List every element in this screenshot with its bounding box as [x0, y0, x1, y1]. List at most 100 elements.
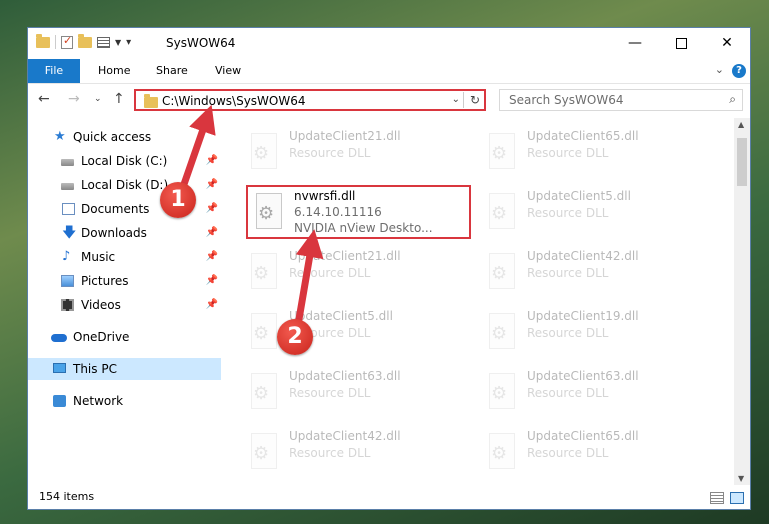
- toolbar-caret-icon[interactable]: ▾: [126, 37, 131, 48]
- properties-icon[interactable]: [61, 34, 73, 49]
- sidebar-item-label: Documents: [81, 202, 150, 216]
- sidebar-item-label: Music: [81, 250, 116, 264]
- dll-file-icon: ⚙: [485, 193, 519, 233]
- sidebar-item-onedrive[interactable]: OneDrive: [28, 326, 221, 348]
- file-item[interactable]: ⚙ UpdateClient42.dll Resource DLL: [479, 245, 704, 299]
- dll-file-icon: ⚙: [252, 193, 286, 233]
- folder-icon[interactable]: [36, 33, 50, 48]
- item-count: 154 items: [39, 490, 95, 503]
- sidebar-item-label: Quick access: [73, 130, 152, 144]
- search-icon[interactable]: ⌕: [729, 92, 736, 107]
- file-item[interactable]: ⚙ UpdateClient19.dll Resource DLL: [479, 305, 704, 359]
- tab-file[interactable]: File: [28, 59, 80, 83]
- pin-icon[interactable]: 📌: [206, 294, 218, 316]
- sidebar-item-label: Videos: [81, 298, 121, 312]
- help-icon[interactable]: ?: [732, 64, 746, 78]
- forward-button[interactable]: →: [68, 91, 80, 107]
- file-item[interactable]: ⚙ UpdateClient5.dll Resource DLL: [241, 305, 466, 359]
- sidebar-item-local-disk-c[interactable]: Local Disk (C:) 📌: [28, 150, 221, 172]
- new-folder-icon[interactable]: [78, 33, 92, 48]
- address-bar[interactable]: C:\Windows\SysWOW64 ⌄ ↻: [134, 89, 486, 111]
- file-type: Resource DLL: [527, 386, 609, 400]
- up-button[interactable]: ↑: [113, 91, 125, 107]
- sidebar-item-label: This PC: [73, 362, 117, 376]
- file-type: Resource DLL: [527, 326, 609, 340]
- customize-toolbar-icon[interactable]: [97, 36, 110, 48]
- file-name: nvwrsfi.dll: [294, 189, 356, 203]
- file-type: Resource DLL: [527, 446, 609, 460]
- sidebar-item-pictures[interactable]: Pictures 📌: [28, 270, 221, 292]
- sidebar-item-label: Downloads: [81, 226, 147, 240]
- quick-access-toolbar: ▼ ▾: [36, 33, 131, 49]
- videos-icon: [61, 299, 74, 311]
- maximize-button[interactable]: [658, 28, 704, 58]
- pin-icon[interactable]: 📌: [206, 222, 218, 244]
- pin-icon[interactable]: 📌: [206, 198, 218, 220]
- scroll-thumb[interactable]: [737, 138, 747, 186]
- details-view-icon[interactable]: [710, 492, 724, 504]
- file-item[interactable]: ⚙ UpdateClient63.dll Resource DLL: [479, 365, 704, 419]
- chevron-down-icon[interactable]: ▼: [115, 38, 121, 47]
- pin-icon[interactable]: 📌: [206, 270, 218, 292]
- search-placeholder: Search SysWOW64: [509, 93, 624, 107]
- file-type: Resource DLL: [289, 446, 371, 460]
- address-path[interactable]: C:\Windows\SysWOW64: [162, 94, 306, 108]
- search-input[interactable]: Search SysWOW64 ⌕: [499, 89, 743, 111]
- minimize-button[interactable]: —: [612, 28, 658, 58]
- pin-icon[interactable]: 📌: [206, 150, 218, 172]
- dll-file-icon: ⚙: [485, 433, 519, 473]
- scroll-up-icon[interactable]: ▲: [738, 120, 744, 129]
- sidebar-item-label: Local Disk (D:): [81, 178, 169, 192]
- dll-file-icon: ⚙: [485, 253, 519, 293]
- file-name: UpdateClient5.dll: [527, 189, 631, 203]
- large-icons-view-icon[interactable]: [730, 492, 744, 504]
- pin-icon[interactable]: 📌: [206, 246, 218, 268]
- back-button[interactable]: ←: [38, 91, 50, 107]
- pictures-icon: [61, 275, 74, 287]
- file-item[interactable]: ⚙ UpdateClient65.dll Resource DLL: [479, 425, 704, 479]
- file-name: UpdateClient42.dll: [527, 249, 639, 263]
- sidebar-item-network[interactable]: Network: [28, 390, 221, 412]
- file-item[interactable]: ⚙ UpdateClient65.dll Resource DLL: [479, 125, 704, 179]
- recent-locations-icon[interactable]: ⌄: [94, 94, 102, 104]
- file-item[interactable]: ⚙ UpdateClient21.dll Resource DLL: [241, 245, 466, 299]
- tab-view[interactable]: View: [215, 59, 241, 83]
- tab-home[interactable]: Home: [98, 59, 130, 83]
- file-item[interactable]: ⚙ UpdateClient63.dll Resource DLL: [241, 365, 466, 419]
- folder-icon: [144, 94, 158, 108]
- toolbar-separator: [55, 35, 56, 49]
- maximize-icon: [675, 37, 687, 49]
- file-name: UpdateClient63.dll: [527, 369, 639, 383]
- sidebar-item-this-pc[interactable]: This PC: [28, 358, 221, 380]
- sidebar-item-music[interactable]: ♪ Music 📌: [28, 246, 221, 268]
- scroll-down-icon[interactable]: ▼: [738, 474, 744, 483]
- drive-icon: [61, 183, 74, 190]
- dll-file-icon: ⚙: [485, 313, 519, 353]
- sidebar-item-quick-access[interactable]: ★ Quick access: [28, 126, 221, 148]
- annotation-badge-2: 2: [277, 319, 313, 355]
- file-name: UpdateClient65.dll: [527, 429, 639, 443]
- chevron-down-icon[interactable]: ⌄: [452, 94, 460, 105]
- close-button[interactable]: ✕: [704, 28, 750, 58]
- dll-file-icon: ⚙: [247, 133, 281, 173]
- drive-icon: [61, 159, 74, 166]
- file-type: Resource DLL: [289, 386, 371, 400]
- file-item-nvwrsfi[interactable]: ⚙ nvwrsfi.dll 6.14.10.11116 NVIDIA nView…: [246, 185, 471, 239]
- sidebar-item-label: Local Disk (C:): [81, 154, 168, 168]
- annotation-badge-1: 1: [160, 182, 196, 218]
- sidebar-item-label: Network: [73, 394, 124, 408]
- ribbon: File Home Share View ⌄ ?: [28, 59, 750, 84]
- dll-file-icon: ⚙: [485, 133, 519, 173]
- vertical-scrollbar[interactable]: ▲ ▼: [734, 118, 750, 485]
- refresh-icon[interactable]: ↻: [470, 93, 480, 107]
- dll-file-icon: ⚙: [247, 373, 281, 413]
- sidebar-item-videos[interactable]: Videos 📌: [28, 294, 221, 316]
- ribbon-collapse-icon[interactable]: ⌄: [715, 63, 724, 76]
- file-item[interactable]: ⚙ UpdateClient21.dll Resource DLL: [241, 125, 466, 179]
- file-item[interactable]: ⚙ UpdateClient5.dll Resource DLL: [479, 185, 704, 239]
- navigation-bar: ← → ⌄ ↑ C:\Windows\SysWOW64 ⌄ ↻ Search S…: [28, 84, 750, 116]
- tab-share[interactable]: Share: [156, 59, 188, 83]
- sidebar-item-downloads[interactable]: 🡇 Downloads 📌: [28, 222, 221, 244]
- pin-icon[interactable]: 📌: [206, 174, 218, 196]
- file-item[interactable]: ⚙ UpdateClient42.dll Resource DLL: [241, 425, 466, 479]
